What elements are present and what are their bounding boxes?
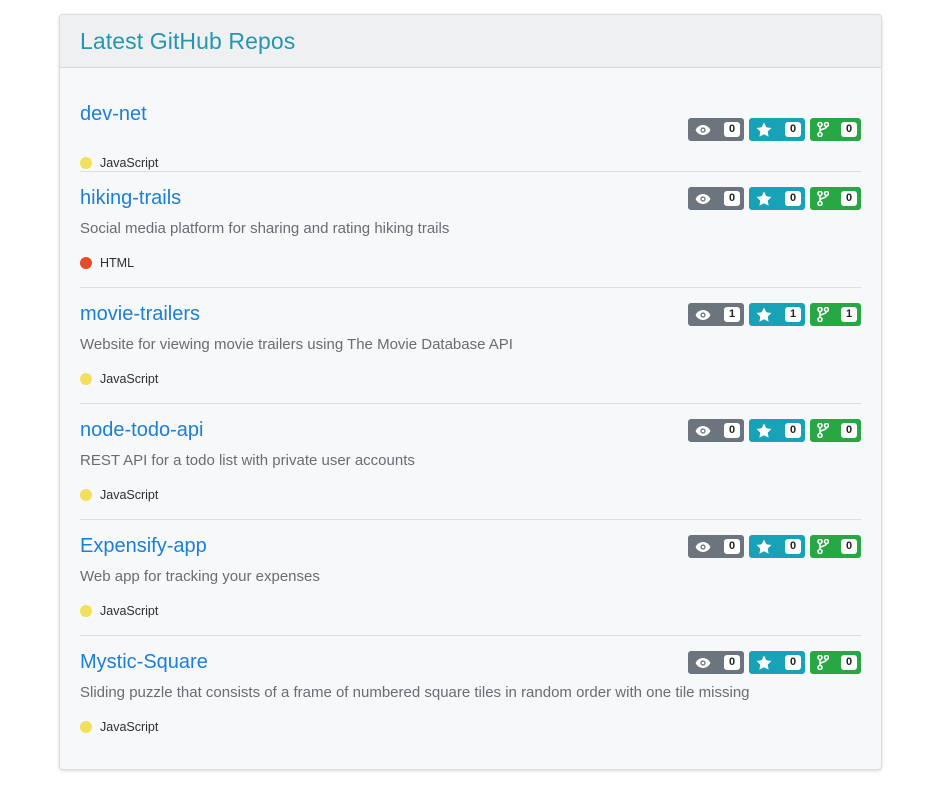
language-dot: [80, 721, 92, 733]
stars-count: 0: [785, 423, 801, 438]
watchers-count: 1: [724, 307, 740, 322]
watchers-count: 0: [724, 655, 740, 670]
repo-badges: 1 1 1: [688, 303, 861, 326]
fork-icon: [817, 307, 829, 322]
eye-icon: [695, 193, 711, 205]
watchers-count: 0: [724, 539, 740, 554]
forks-badge[interactable]: 0: [810, 535, 861, 558]
stars-badge[interactable]: 1: [749, 303, 805, 326]
language-label: JavaScript: [100, 604, 159, 618]
watchers-count: 0: [724, 423, 740, 438]
repo-description: Website for viewing movie trailers using…: [80, 336, 513, 353]
repos-card: Latest GitHub Repos dev-net 0 0 0 JavaSc…: [59, 14, 882, 770]
fork-icon: [817, 423, 829, 438]
star-icon: [756, 191, 772, 206]
repo-language: JavaScript: [80, 720, 158, 734]
watchers-badge[interactable]: 0: [688, 187, 744, 210]
eye-icon: [695, 657, 711, 669]
repo-language: HTML: [80, 256, 134, 270]
forks-count: 0: [841, 539, 857, 554]
star-icon: [756, 307, 772, 322]
repo-badges: 0 0 0: [688, 419, 861, 442]
forks-badge[interactable]: 0: [810, 419, 861, 442]
repo-name-link[interactable]: Expensify-app: [80, 535, 207, 558]
repo-item: node-todo-api 0 0 0 REST API for a todo …: [80, 404, 861, 520]
stars-count: 1: [785, 307, 801, 322]
card-title: Latest GitHub Repos: [80, 27, 296, 54]
repo-item: dev-net 0 0 0 JavaScript: [80, 68, 861, 172]
watchers-badge[interactable]: 1: [688, 303, 744, 326]
stars-badge[interactable]: 0: [749, 535, 805, 558]
watchers-count: 0: [724, 191, 740, 206]
watchers-badge[interactable]: 0: [688, 118, 744, 141]
eye-icon: [695, 425, 711, 437]
repo-item: Mystic-Square 0 0 0 Sliding puzzle that …: [80, 636, 861, 752]
star-icon: [756, 122, 772, 137]
forks-count: 0: [841, 423, 857, 438]
repo-name-link[interactable]: hiking-trails: [80, 187, 181, 210]
language-dot: [80, 257, 92, 269]
watchers-count: 0: [724, 122, 740, 137]
forks-count: 0: [841, 122, 857, 137]
eye-icon: [695, 309, 711, 321]
watchers-badge[interactable]: 0: [688, 535, 744, 558]
fork-icon: [817, 122, 829, 137]
language-dot: [80, 373, 92, 385]
repo-item: Expensify-app 0 0 0 Web app for tracking…: [80, 520, 861, 636]
forks-badge[interactable]: 0: [810, 651, 861, 674]
stars-badge[interactable]: 0: [749, 419, 805, 442]
repo-description: Social media platform for sharing and ra…: [80, 220, 450, 237]
language-dot: [80, 605, 92, 617]
stars-count: 0: [785, 539, 801, 554]
repo-item: hiking-trails 0 0 0 Social media platfor…: [80, 172, 861, 288]
star-icon: [756, 655, 772, 670]
stars-badge[interactable]: 0: [749, 187, 805, 210]
stars-count: 0: [785, 122, 801, 137]
repo-badges: 0 0 0: [688, 187, 861, 210]
repo-name-link[interactable]: movie-trailers: [80, 303, 200, 326]
repo-badges: 0 0 0: [688, 651, 861, 674]
stars-count: 0: [785, 655, 801, 670]
repo-badges: 0 0 0: [688, 118, 861, 141]
repo-name-link[interactable]: Mystic-Square: [80, 651, 208, 674]
repo-name-link[interactable]: dev-net: [80, 103, 147, 126]
stars-badge[interactable]: 0: [749, 651, 805, 674]
repo-description: Sliding puzzle that consists of a frame …: [80, 684, 750, 701]
repo-name-link[interactable]: node-todo-api: [80, 419, 203, 442]
star-icon: [756, 539, 772, 554]
repo-list: dev-net 0 0 0 JavaScript hiking-trails 0…: [80, 68, 861, 752]
repo-language: JavaScript: [80, 156, 158, 170]
repo-description: Web app for tracking your expenses: [80, 568, 320, 585]
eye-icon: [695, 124, 711, 136]
fork-icon: [817, 655, 829, 670]
eye-icon: [695, 541, 711, 553]
star-icon: [756, 423, 772, 438]
language-dot: [80, 489, 92, 501]
language-label: JavaScript: [100, 156, 159, 170]
repo-language: JavaScript: [80, 372, 158, 386]
repo-badges: 0 0 0: [688, 535, 861, 558]
card-header: Latest GitHub Repos: [60, 15, 881, 68]
language-dot: [80, 157, 92, 169]
watchers-badge[interactable]: 0: [688, 651, 744, 674]
repo-language: JavaScript: [80, 604, 158, 618]
stars-count: 0: [785, 191, 801, 206]
repo-item: movie-trailers 1 1 1 Website for viewing…: [80, 288, 861, 404]
fork-icon: [817, 539, 829, 554]
repo-language: JavaScript: [80, 488, 158, 502]
language-label: JavaScript: [100, 488, 159, 502]
forks-count: 0: [841, 655, 857, 670]
fork-icon: [817, 191, 829, 206]
forks-badge[interactable]: 0: [810, 118, 861, 141]
forks-count: 0: [841, 191, 857, 206]
language-label: JavaScript: [100, 372, 159, 386]
forks-count: 1: [841, 307, 857, 322]
repo-description: REST API for a todo list with private us…: [80, 452, 415, 469]
language-label: HTML: [100, 256, 135, 270]
forks-badge[interactable]: 0: [810, 187, 861, 210]
stars-badge[interactable]: 0: [749, 118, 805, 141]
watchers-badge[interactable]: 0: [688, 419, 744, 442]
language-label: JavaScript: [100, 720, 159, 734]
forks-badge[interactable]: 1: [810, 303, 861, 326]
